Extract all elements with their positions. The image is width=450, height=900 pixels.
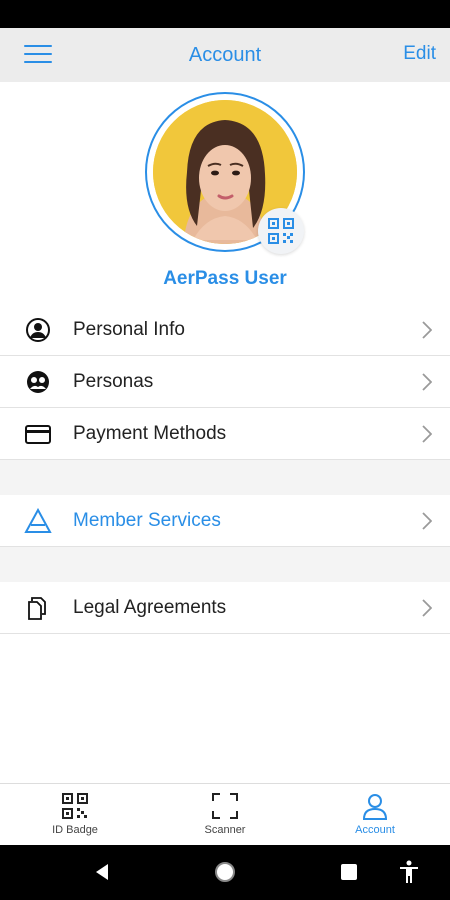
- account-menu-group-1: Personal Info Personas Payment Methods M…: [0, 304, 450, 634]
- menu-item-payment-methods[interactable]: Payment Methods: [0, 408, 450, 460]
- back-icon[interactable]: [92, 862, 112, 882]
- recents-icon[interactable]: [339, 862, 359, 882]
- section-divider: [0, 547, 450, 582]
- menu-item-label: Member Services: [73, 509, 221, 531]
- person-icon: [362, 794, 388, 820]
- menu-item-personal-info[interactable]: Personal Info: [0, 304, 450, 356]
- bottom-tab-bar: ID Badge Scanner Account: [0, 783, 450, 846]
- system-navigation-bar: [0, 845, 450, 900]
- scanner-icon: [212, 793, 238, 819]
- menu-item-legal-agreements[interactable]: Legal Agreements: [0, 582, 450, 634]
- person-circle-icon: [26, 318, 50, 342]
- menu-item-label: Personal Info: [73, 318, 185, 340]
- chevron-right-icon: [422, 512, 432, 530]
- tab-label: ID Badge: [52, 824, 98, 836]
- credit-card-icon: [25, 425, 51, 444]
- top-app-bar: Account Edit: [0, 28, 450, 82]
- status-bar: [0, 0, 450, 28]
- accessibility-icon[interactable]: [398, 860, 420, 884]
- qr-code-icon: [268, 218, 294, 244]
- menu-item-label: Payment Methods: [73, 422, 227, 444]
- tab-account[interactable]: Account: [300, 784, 450, 846]
- menu-item-personas[interactable]: Personas: [0, 356, 450, 408]
- hamburger-menu-icon[interactable]: [24, 45, 52, 65]
- triangle-logo-icon: [24, 508, 52, 533]
- qr-code-button[interactable]: [258, 208, 304, 254]
- chevron-right-icon: [422, 321, 432, 339]
- qr-code-icon: [62, 793, 88, 819]
- section-divider: [0, 460, 450, 495]
- documents-icon: [28, 597, 46, 620]
- chevron-right-icon: [422, 599, 432, 617]
- chevron-right-icon: [422, 425, 432, 443]
- menu-item-label: Personas: [73, 370, 154, 392]
- tab-label: Account: [355, 824, 395, 836]
- tab-id-badge[interactable]: ID Badge: [0, 784, 150, 846]
- personas-icon: [27, 371, 49, 393]
- menu-item-member-services[interactable]: Member Services: [0, 495, 450, 547]
- chevron-right-icon: [422, 373, 432, 391]
- username: AerPass User: [163, 268, 287, 289]
- home-icon[interactable]: [214, 861, 236, 883]
- edit-button[interactable]: Edit: [403, 43, 436, 65]
- menu-item-label: Legal Agreements: [73, 596, 227, 618]
- page-title: Account: [188, 43, 262, 66]
- profile-section: AerPass User: [0, 82, 450, 304]
- tab-label: Scanner: [204, 824, 246, 836]
- tab-scanner[interactable]: Scanner: [150, 784, 300, 846]
